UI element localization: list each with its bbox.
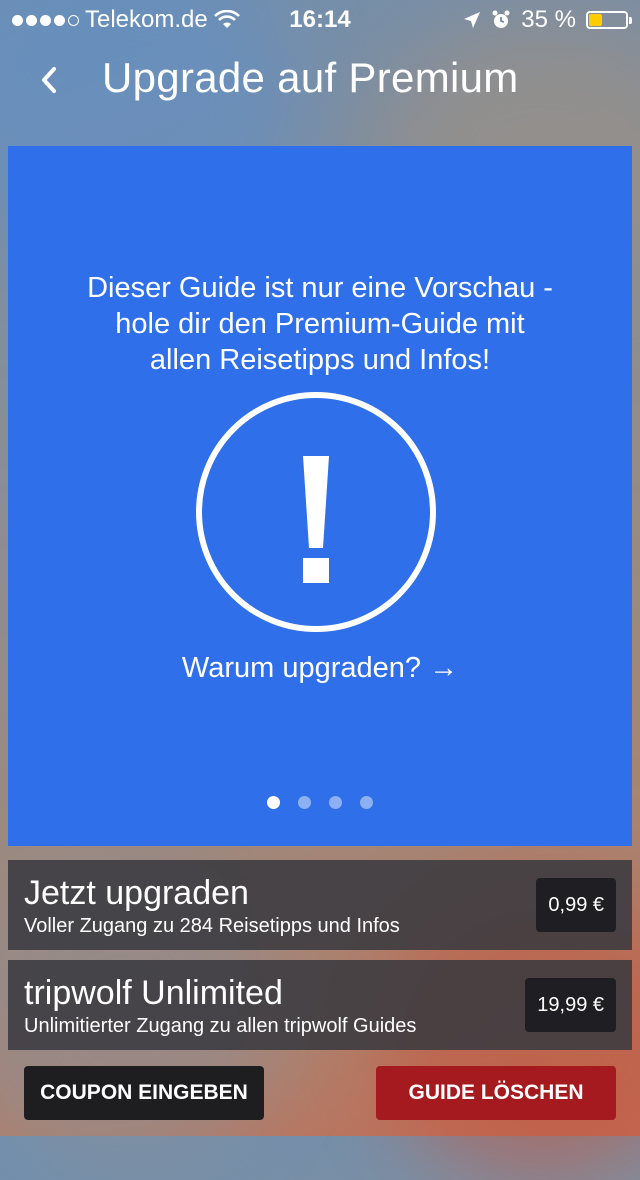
alarm-clock-icon [492,10,510,28]
price-button[interactable]: 0,99 € [536,878,616,932]
offer-title: tripwolf Unlimited [24,974,283,1012]
page-dot[interactable] [360,796,373,809]
chevron-left-icon[interactable] [32,60,72,100]
offer-subtitle: Unlimitierter Zugang zu allen tripwolf G… [24,1015,417,1037]
offer-unlimited-row[interactable]: tripwolf Unlimited Unlimitierter Zugang … [8,960,632,1050]
status-bar: Telekom.de 16:14 35 % [0,0,640,40]
page-title: Upgrade auf Premium [102,54,519,101]
offer-upgrade-row[interactable]: Jetzt upgraden Voller Zugang zu 284 Reis… [8,860,632,950]
battery-percent: 35 % [521,6,576,33]
offer-subtitle: Voller Zugang zu 284 Reisetipps und Info… [24,915,400,937]
delete-guide-button[interactable]: GUIDE LÖSCHEN [376,1066,616,1120]
page-indicator[interactable] [8,796,632,809]
navigation-bar: Upgrade auf Premium [0,40,640,128]
why-upgrade-link[interactable]: Warum upgraden? → [8,652,632,685]
coupon-button[interactable]: COUPON EINGEBEN [24,1066,264,1120]
price-button[interactable]: 19,99 € [525,978,616,1032]
promo-card[interactable]: Dieser Guide ist nur eine Vorschau - hol… [8,146,632,846]
page-dot[interactable] [267,796,280,809]
promo-message: Dieser Guide ist nur eine Vorschau - hol… [87,272,553,376]
page-dot[interactable] [329,796,342,809]
offer-title: Jetzt upgraden [24,874,249,912]
battery-icon [586,11,632,29]
page-dot[interactable] [298,796,311,809]
exclamation-circle-icon [196,392,436,632]
location-arrow-icon [464,12,481,28]
